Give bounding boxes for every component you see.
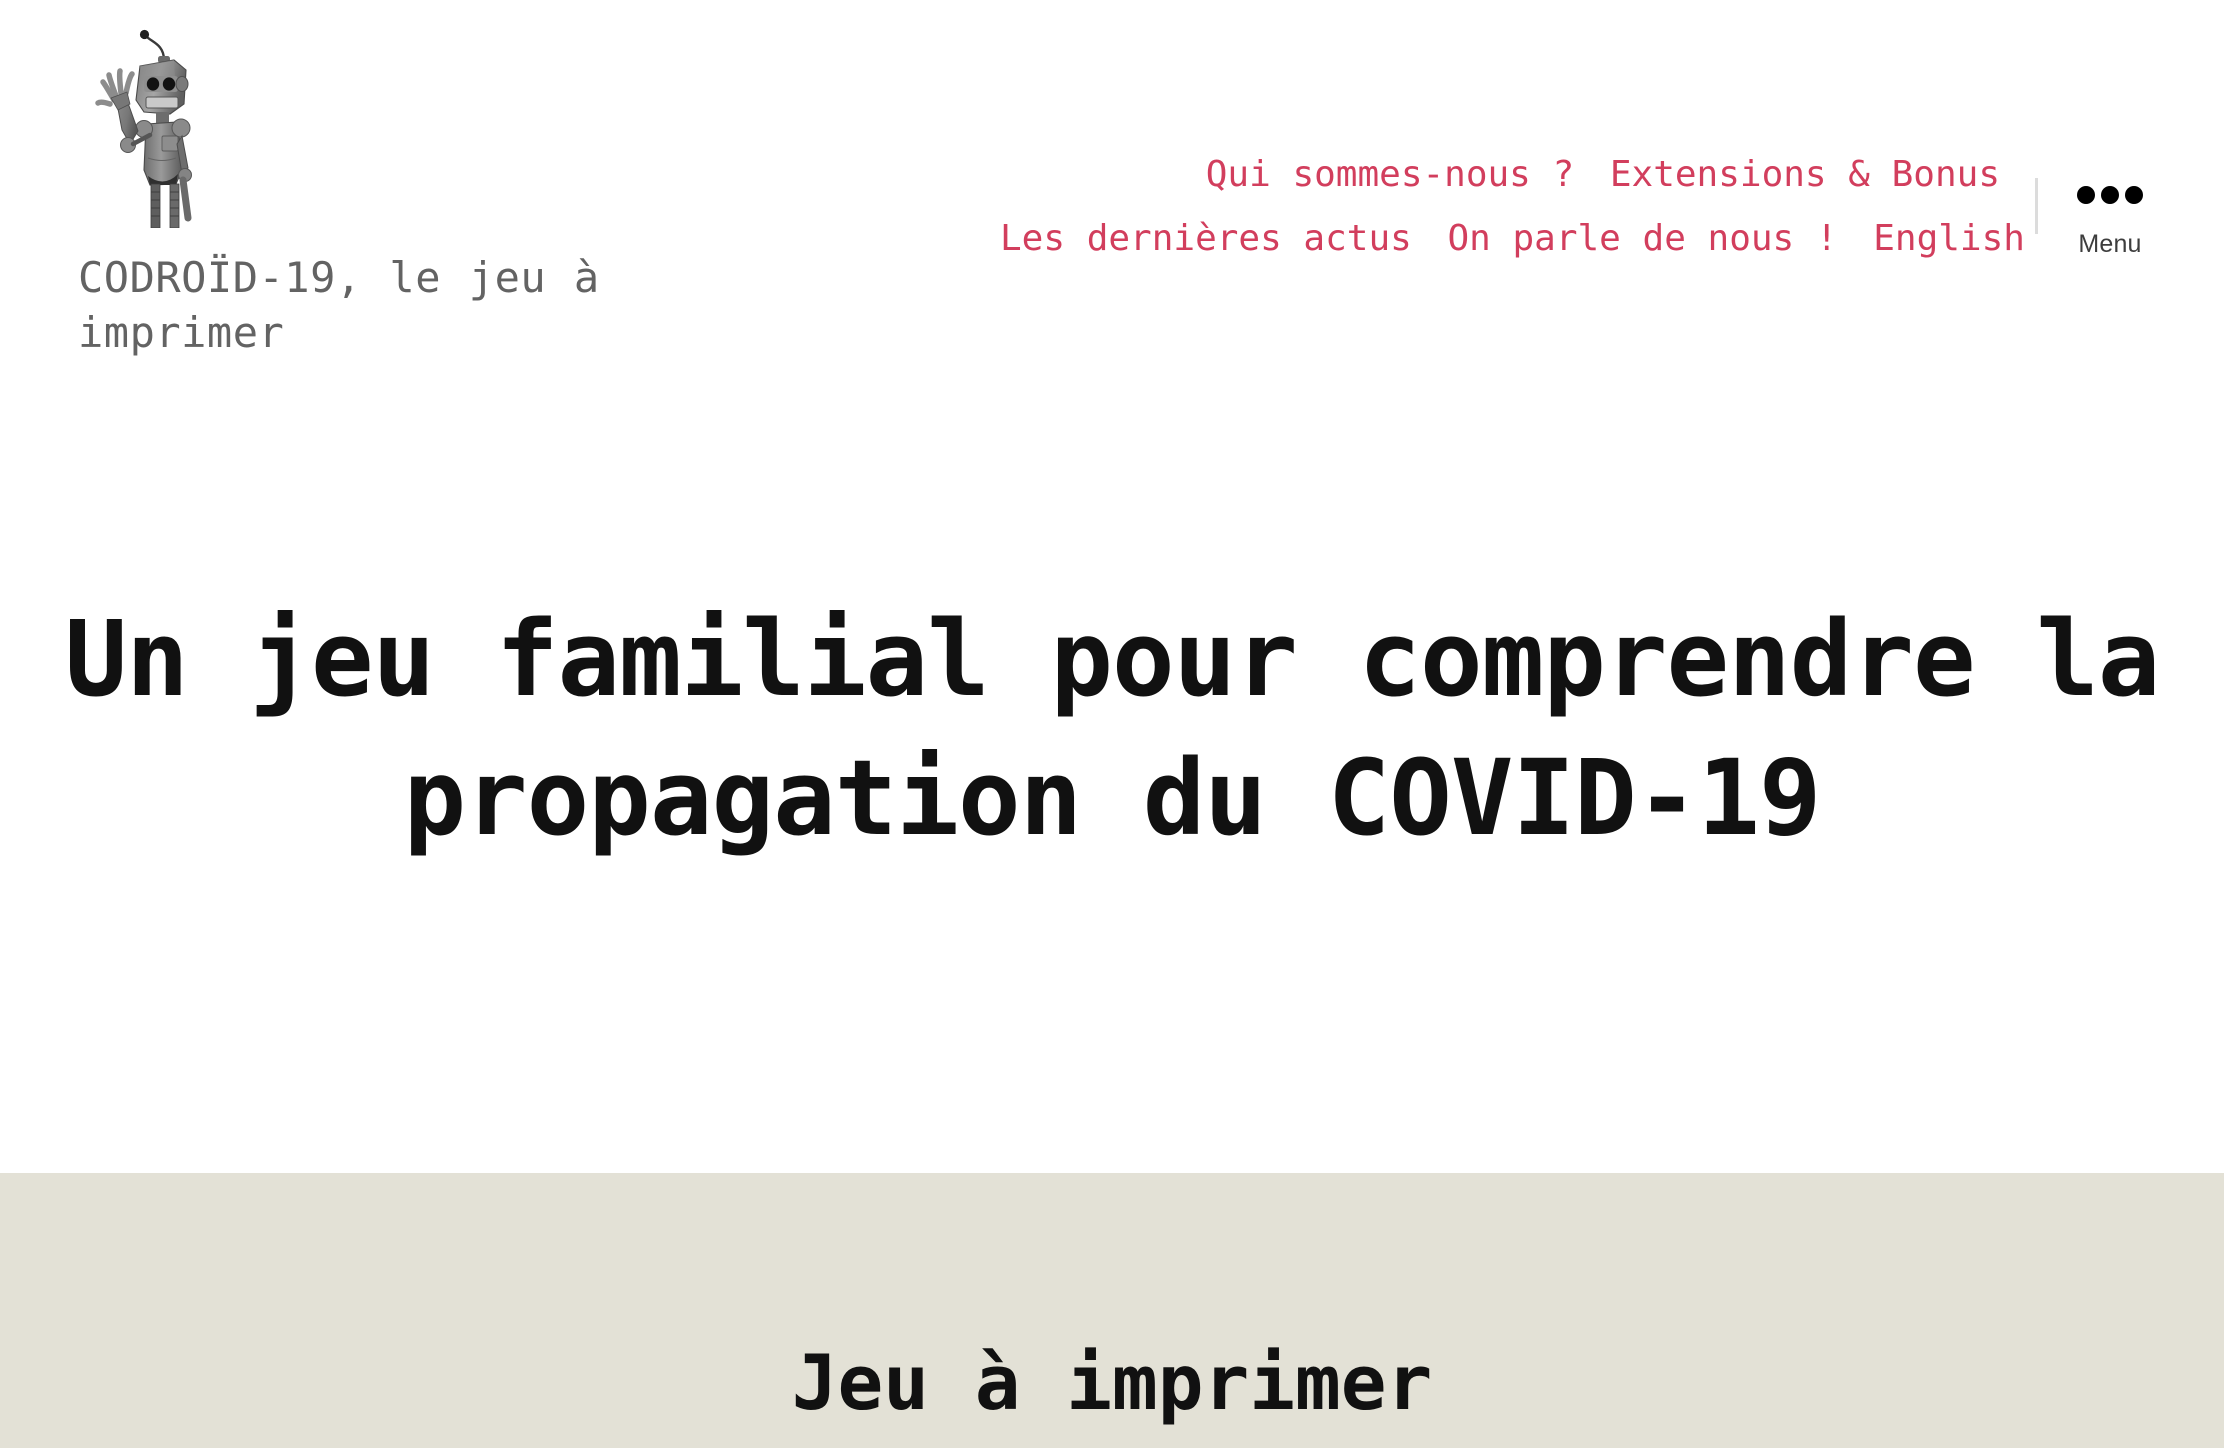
site-logo-link[interactable] xyxy=(78,18,228,228)
dot-3 xyxy=(2125,186,2143,205)
primary-navigation: Qui sommes-nous ? Extensions & Bonus Les… xyxy=(1000,146,2025,274)
hero-section: Un jeu familial pour comprendre la propa… xyxy=(0,400,2224,1173)
branding: CODROÏD-19, le jeu à imprimer xyxy=(78,18,698,361)
section-heading: Jeu à imprimer xyxy=(791,1338,1433,1427)
nav-item-extensions-bonus[interactable]: Extensions & Bonus xyxy=(1610,146,2000,204)
three-dots-icon xyxy=(2055,178,2165,212)
site-title: CODROÏD-19, le jeu à imprimer xyxy=(78,250,658,361)
nav-row-2: Les dernières actus On parle de nous ! E… xyxy=(1000,210,2025,274)
jeu-a-imprimer-section: Jeu à imprimer xyxy=(0,1173,2224,1448)
waving-robot-logo-icon xyxy=(95,29,192,228)
page-root: CODROÏD-19, le jeu à imprimer Qui sommes… xyxy=(0,0,2224,1448)
nav-item-qui-sommes-nous[interactable]: Qui sommes-nous ? xyxy=(1206,146,1574,204)
nav-item-english[interactable]: English xyxy=(1873,210,2025,268)
site-title-link[interactable]: CODROÏD-19, le jeu à imprimer xyxy=(78,253,600,357)
dot-2 xyxy=(2101,186,2119,205)
menu-divider xyxy=(2035,178,2038,234)
nav-row-1: Qui sommes-nous ? Extensions & Bonus xyxy=(1000,146,2000,210)
dot-1 xyxy=(2077,186,2095,205)
hero-title: Un jeu familial pour comprendre la propa… xyxy=(64,598,2161,860)
nav-item-dernieres-actus[interactable]: Les dernières actus xyxy=(1000,210,1412,268)
site-header: CODROÏD-19, le jeu à imprimer Qui sommes… xyxy=(0,0,2224,400)
menu-toggle-button[interactable]: Menu xyxy=(2055,178,2165,259)
nav-item-on-parle-de-nous[interactable]: On parle de nous ! xyxy=(1447,210,1837,268)
menu-toggle-label: Menu xyxy=(2078,230,2142,258)
